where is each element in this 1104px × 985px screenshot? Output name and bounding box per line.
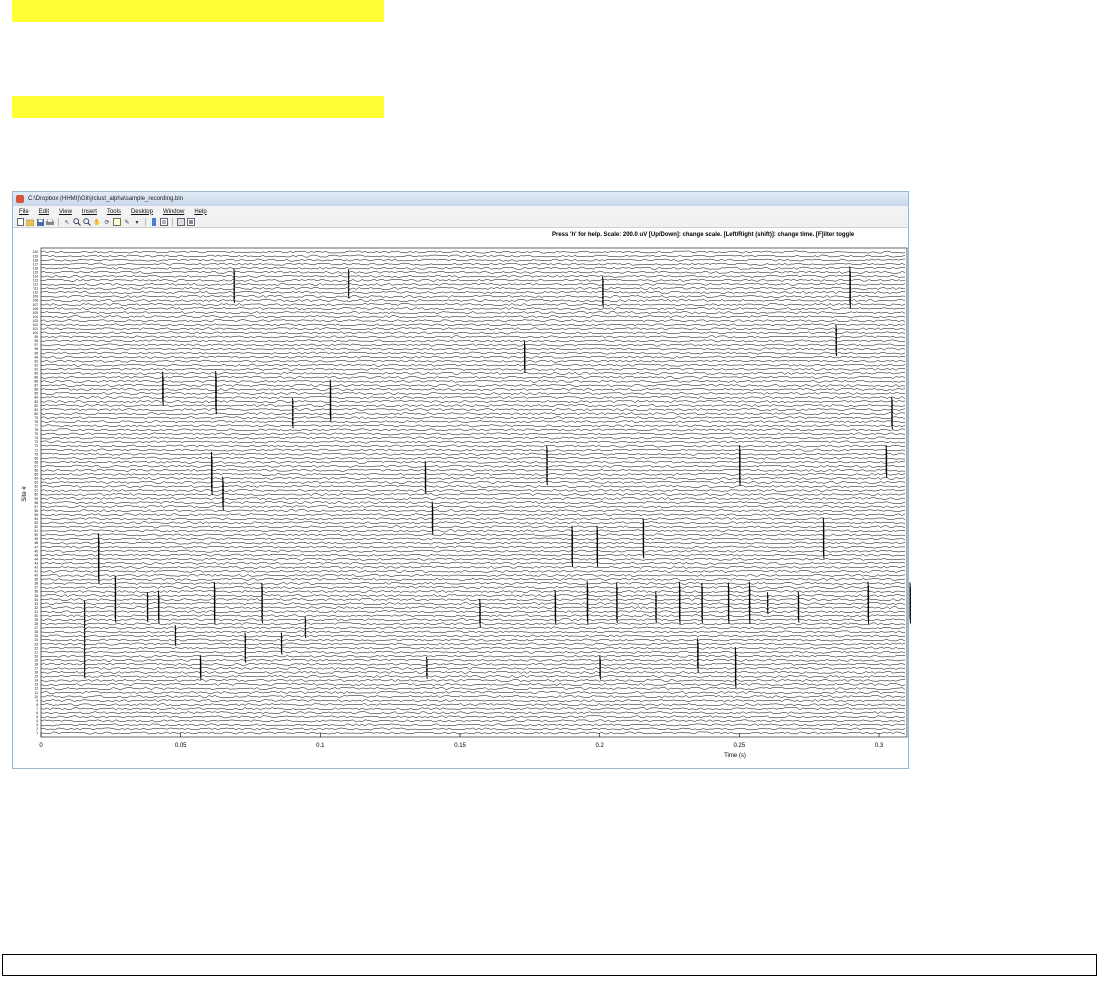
menu-insert[interactable]: Insert <box>82 209 97 215</box>
highlight-bar-top <box>12 0 384 22</box>
link-icon[interactable]: ▾ <box>133 218 141 226</box>
spike-event <box>909 590 912 600</box>
save-icon[interactable] <box>36 218 44 226</box>
spike-event <box>909 610 912 620</box>
toolbar-separator <box>58 218 59 226</box>
matlab-app-icon <box>16 195 24 203</box>
menu-desktop[interactable]: Desktop <box>131 209 153 215</box>
bottom-empty-box <box>2 954 1097 976</box>
pan-icon[interactable]: ✋ <box>93 218 101 226</box>
menu-view[interactable]: View <box>59 209 72 215</box>
window-title: C:\Dropbox (HHMI)\Git\jrclust_alpha\samp… <box>28 196 184 202</box>
data-cursor-icon[interactable] <box>113 218 121 226</box>
highlight-bar-second <box>12 96 384 118</box>
print-icon[interactable] <box>46 218 54 226</box>
spike-event <box>909 606 912 616</box>
brush-icon[interactable]: ✎ <box>123 218 131 226</box>
menu-bar: File Edit View Insert Tools Desktop Wind… <box>13 206 908 217</box>
new-file-icon[interactable] <box>16 218 24 226</box>
legend-icon[interactable] <box>160 218 168 226</box>
menu-file[interactable]: File <box>19 209 29 215</box>
rotate-icon[interactable]: ⟳ <box>103 218 111 226</box>
plot-help-text: Press 'h' for help. Scale: 200.0 uV [Up/… <box>552 232 855 238</box>
colorbar-icon[interactable] <box>150 218 158 226</box>
figure-toolbar: ↖ ✋ ⟳ ✎ ▾ <box>13 217 908 228</box>
window-titlebar[interactable]: C:\Dropbox (HHMI)\Git\jrclust_alpha\samp… <box>13 192 908 206</box>
spike-event <box>909 594 912 604</box>
pointer-icon[interactable]: ↖ <box>63 218 71 226</box>
plot-tools-icon[interactable] <box>187 218 195 226</box>
zoom-out-icon[interactable] <box>83 218 91 226</box>
grid-icon[interactable] <box>177 218 185 226</box>
menu-edit[interactable]: Edit <box>39 209 49 215</box>
toolbar-separator <box>145 218 146 226</box>
spike-event <box>909 586 912 596</box>
menu-window[interactable]: Window <box>163 209 184 215</box>
spike-event <box>909 582 912 592</box>
spike-event <box>909 614 912 624</box>
toolbar-separator <box>172 218 173 226</box>
spike-event <box>909 598 912 608</box>
menu-help[interactable]: Help <box>194 209 206 215</box>
figure-window: C:\Dropbox (HHMI)\Git\jrclust_alpha\samp… <box>12 191 909 769</box>
spike-event <box>909 602 912 612</box>
zoom-in-icon[interactable] <box>73 218 81 226</box>
open-file-icon[interactable] <box>26 218 34 226</box>
menu-tools[interactable]: Tools <box>107 209 121 215</box>
